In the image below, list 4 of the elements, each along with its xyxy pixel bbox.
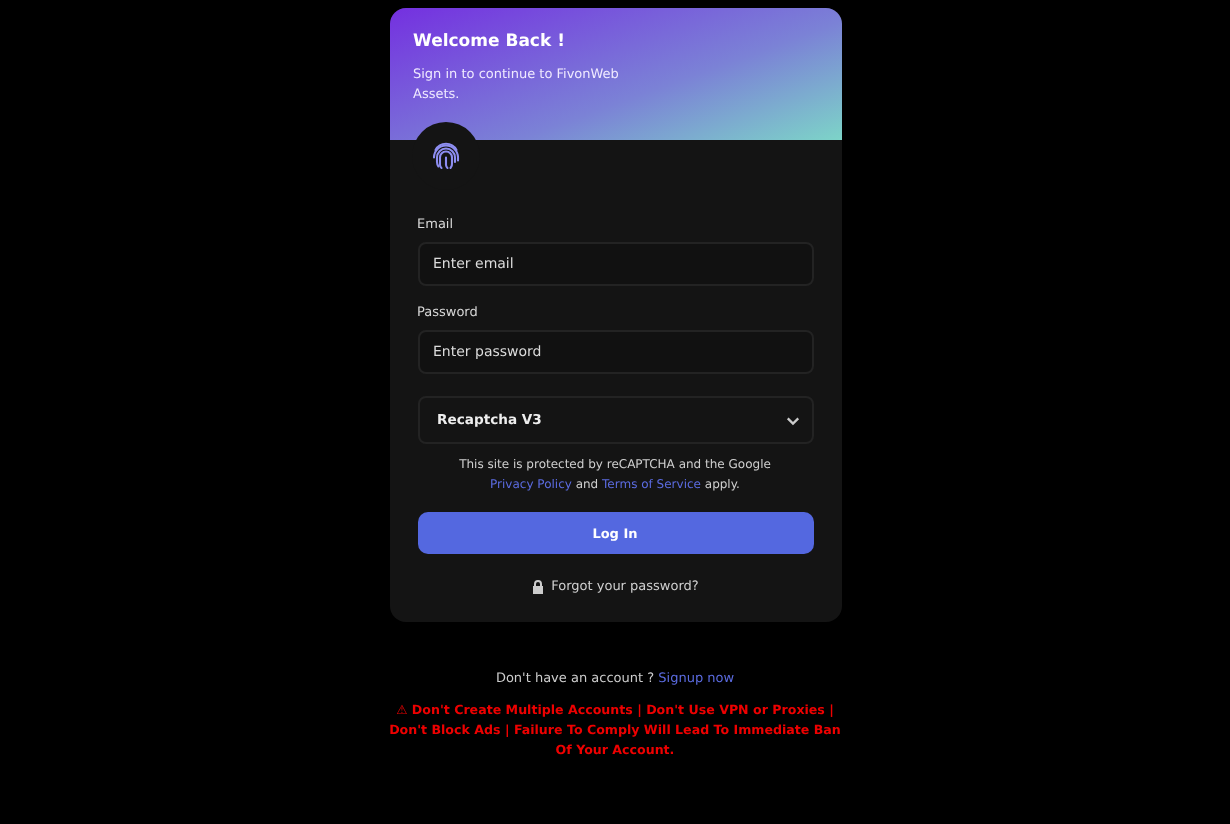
chevron-down-icon <box>785 415 799 425</box>
fingerprint-icon <box>427 138 463 174</box>
lock-icon <box>531 579 544 593</box>
welcome-title: Welcome Back ! <box>413 32 567 52</box>
